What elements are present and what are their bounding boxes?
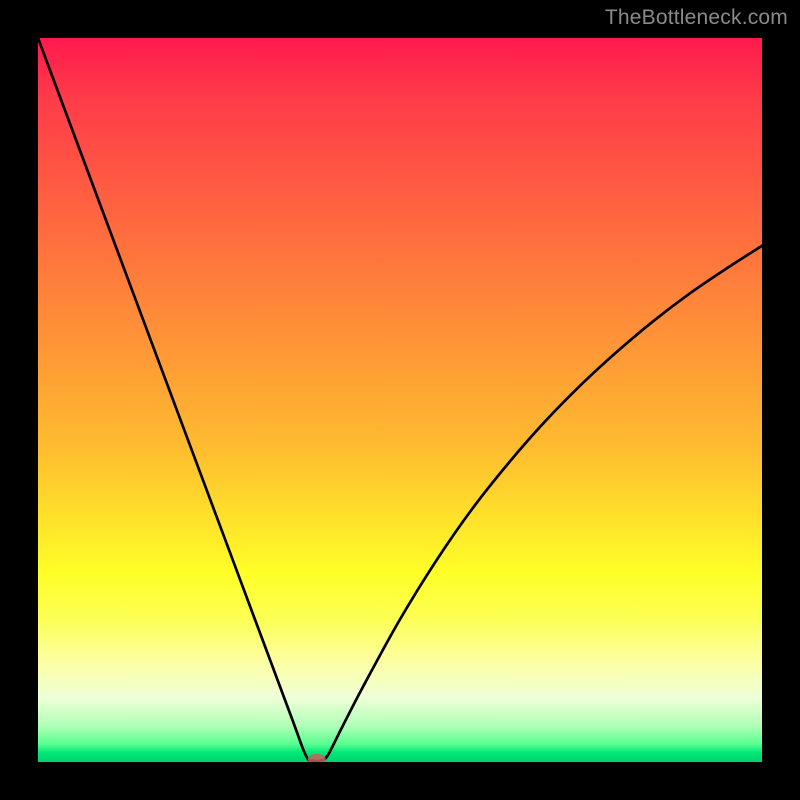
- watermark-text: TheBottleneck.com: [605, 6, 788, 30]
- chart-svg: [38, 38, 762, 762]
- chart-frame: TheBottleneck.com: [0, 0, 800, 800]
- plot-area: [38, 38, 762, 762]
- bottleneck-curve: [38, 38, 762, 761]
- optimal-marker: [308, 754, 326, 762]
